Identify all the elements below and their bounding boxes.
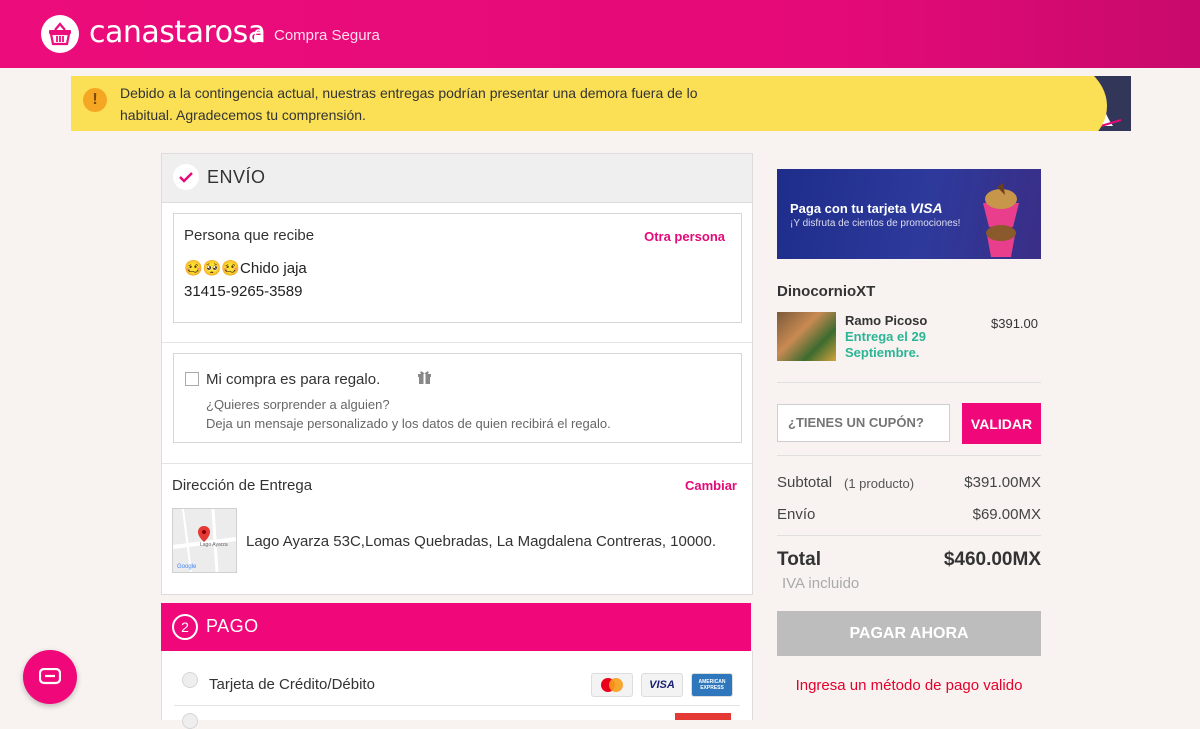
chat-icon[interactable] [23, 650, 77, 704]
tax-note: IVA incluido [782, 575, 860, 592]
payment-method-label[interactable]: Tarjeta de Crédito/Débito [209, 676, 375, 693]
subtotal-value: $391.00MX [964, 474, 1041, 491]
recipient-box: Persona que recibe Otra persona 🥴🥺🥴Chido… [173, 213, 742, 323]
delivery-date: Entrega el 29 Septiembre. [845, 329, 926, 360]
shipping-section-header: ENVÍO [162, 154, 752, 203]
product-price: $391.00 [991, 316, 1038, 331]
shipping-title: ENVÍO [207, 167, 266, 187]
mastercard-icon [591, 673, 633, 697]
gift-icon [417, 370, 432, 389]
change-address-link[interactable]: Cambiar [685, 478, 737, 493]
recipient-name: 🥴🥺🥴Chido jaja [184, 260, 307, 277]
secure-purchase-label: Compra Segura [274, 27, 380, 44]
gift-label[interactable]: Mi compra es para regalo. [206, 371, 380, 388]
payment-title: PAGO [206, 616, 259, 636]
brand-name[interactable]: canastarosa [89, 15, 266, 50]
visa-icon: VISA [641, 673, 683, 697]
divider [162, 342, 752, 343]
recipient-phone: 31415-9265-3589 [184, 283, 303, 300]
shipping-value: $69.00MX [972, 506, 1041, 523]
divider [777, 535, 1041, 536]
payment-logo-partial [675, 713, 731, 720]
banner-message: Debido a la contingencia actual, nuestra… [120, 85, 698, 123]
divider [174, 705, 740, 706]
basket-logo-icon[interactable] [41, 15, 79, 53]
google-logo: Google [177, 564, 197, 570]
pay-now-button[interactable]: PAGAR AHORA [777, 611, 1041, 656]
total-label: Total [777, 549, 821, 570]
visa-promo-banner[interactable]: Paga con tu tarjeta VISA ¡Y disfruta de … [777, 169, 1041, 259]
divider [777, 455, 1041, 456]
top-header: canastarosa Compra Segura [0, 0, 1200, 68]
banner-curve [977, 76, 1107, 131]
validate-coupon-button[interactable]: VALIDAR [962, 403, 1041, 444]
address-map-thumbnail: Lago Ayarza Google [172, 508, 237, 573]
cupcake-illustration [973, 183, 1029, 259]
store-name: DinocornioXT [777, 283, 876, 300]
check-icon [173, 164, 199, 190]
gift-subtitle: ¿Quieres sorprender a alguien? [206, 397, 390, 412]
card-radio[interactable] [182, 672, 198, 688]
gift-box: Mi compra es para regalo. ¿Quieres sorpr… [173, 353, 742, 443]
promo-title: Paga con tu tarjeta VISA [790, 200, 943, 216]
promo-visa-brand: VISA [909, 200, 943, 216]
amex-icon: AMERICAN EXPRESS [691, 673, 733, 697]
product-name: Ramo Picoso [845, 313, 928, 328]
second-method-radio[interactable] [182, 713, 198, 729]
total-value: $460.00MX [943, 549, 1041, 570]
address-title: Dirección de Entrega [172, 477, 313, 494]
promo-line1: Paga con tu tarjeta [790, 201, 907, 216]
contingency-banner: ! Debido a la contingencia actual, nuest… [71, 76, 1131, 131]
divider [777, 382, 1041, 383]
promo-subtitle: ¡Y disfruta de cientos de promociones! [790, 218, 961, 229]
lock-icon [253, 29, 264, 47]
recipient-title: Persona que recibe [184, 227, 315, 244]
payment-section-header: 2 PAGO [161, 603, 751, 651]
product-thumbnail [777, 312, 836, 361]
step-number: 2 [172, 614, 198, 640]
delivery-address: Lago Ayarza 53C,Lomas Quebradas, La Magd… [246, 533, 717, 550]
gift-description: Deja un mensaje personalizado y los dato… [206, 416, 611, 431]
shipping-card: ENVÍO Persona que recibe Otra persona 🥴🥺… [161, 153, 753, 595]
subtotal-count: (1 producto) [844, 476, 915, 491]
payment-methods: Tarjeta de Crédito/Débito VISA AMERICAN … [161, 651, 753, 729]
divider [162, 463, 752, 464]
payment-error-message: Ingresa un método de pago valido [795, 677, 1023, 694]
other-person-link[interactable]: Otra persona [644, 229, 725, 244]
shipping-label: Envío [777, 506, 816, 523]
coupon-input[interactable] [777, 404, 950, 442]
gift-checkbox[interactable] [185, 372, 199, 386]
warning-icon: ! [83, 88, 107, 112]
map-street-label: Lago Ayarza [200, 542, 228, 548]
subtotal-label: Subtotal [777, 474, 833, 491]
